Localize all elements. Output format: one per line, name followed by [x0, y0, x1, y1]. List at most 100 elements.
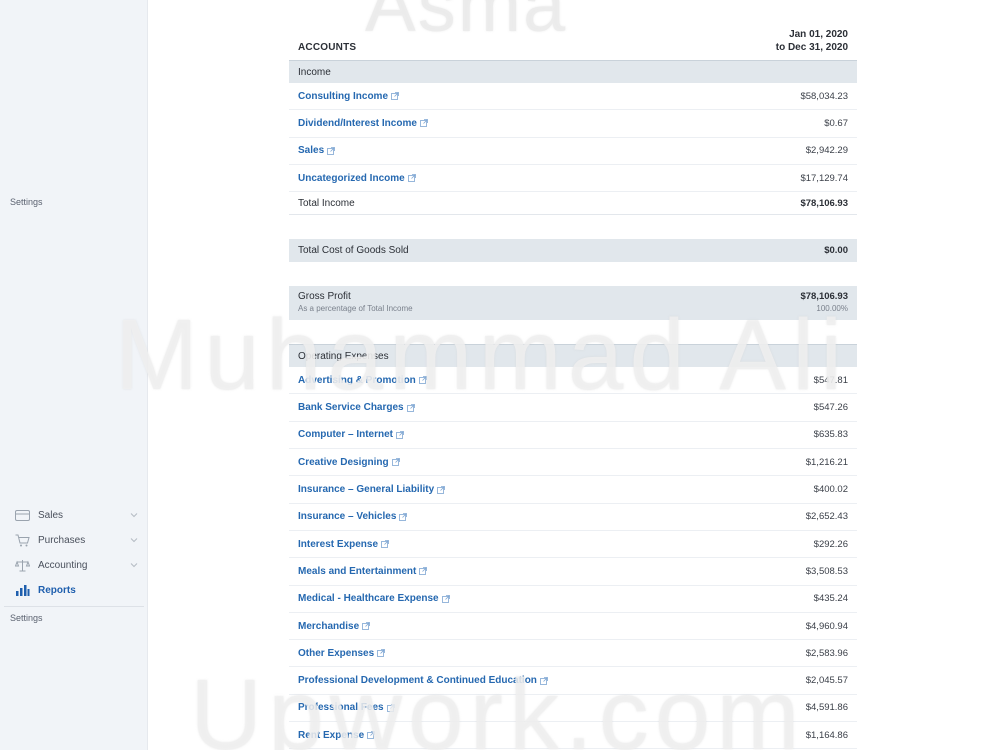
- account-row: Dividend/Interest Income $0.67: [289, 110, 857, 138]
- external-link-icon: [327, 146, 336, 155]
- sidebar-item-label: Sales: [38, 510, 64, 521]
- account-name: Sales: [298, 145, 325, 157]
- account-link[interactable]: Consulting Income: [298, 91, 399, 102]
- account-link[interactable]: Uncategorized Income: [298, 173, 416, 184]
- sidebar-item-purchases[interactable]: Purchases: [0, 528, 148, 553]
- account-link[interactable]: Computer – Internet: [298, 429, 404, 440]
- gross-profit-row: Gross Profit As a percentage of Total In…: [289, 286, 857, 321]
- account-link[interactable]: Interest Expense: [298, 539, 389, 550]
- external-link-icon: [420, 119, 428, 128]
- account-name: Insurance – Vehicles: [298, 511, 397, 523]
- account-name: Other Expenses: [298, 647, 375, 659]
- account-row: Sales $2,942.29: [289, 138, 857, 165]
- gross-profit-percent: 100.00%: [816, 304, 848, 314]
- gross-profit-amount: $78,106.93: [800, 291, 848, 303]
- expense-rows: Advertising & Promotion $547.81 Bank Servi…: [289, 367, 857, 750]
- account-link[interactable]: Rent Expense: [298, 729, 376, 741]
- account-amount: $435.24: [813, 593, 848, 605]
- account-row: Merchandise $4,960.94: [289, 613, 857, 641]
- account-row: Interest Expense $292.26: [289, 531, 857, 559]
- sidebar-item-label: Accounting: [38, 560, 88, 571]
- account-name: Professional Development & Continued Edu…: [298, 675, 537, 687]
- account-row: Consulting Income $58,034.23: [289, 83, 857, 111]
- account-row: Bank Service Charges $547.26: [289, 394, 857, 422]
- profit-loss-report: ACCOUNTS Jan 01, 2020 to Dec 31, 2020 In…: [289, 0, 857, 750]
- account-amount: $3,508.53: [805, 565, 848, 577]
- period-column-header: Jan 01, 2020 to Dec 31, 2020: [776, 28, 848, 54]
- account-amount: $4,591.86: [805, 702, 848, 714]
- account-name: Insurance – General Liability: [298, 484, 435, 496]
- period-end: to Dec 31, 2020: [775, 42, 848, 53]
- external-link-icon: [407, 174, 416, 182]
- account-link[interactable]: Other Expenses: [298, 647, 386, 659]
- external-link-icon: [540, 676, 548, 685]
- account-name: Creative Designing: [298, 456, 389, 468]
- sidebar-item-reports[interactable]: Reports: [0, 578, 148, 603]
- account-amount: $1,164.86: [805, 729, 848, 741]
- card-icon: [14, 509, 30, 523]
- cogs-label: Total Cost of Goods Sold: [298, 245, 409, 257]
- operating-expenses-header: Operating Expenses: [289, 344, 857, 368]
- external-link-icon: [377, 649, 386, 658]
- income-rows: Consulting Income $58,034.23 Dividend/Inte…: [289, 83, 857, 193]
- account-amount: $1,216.21: [805, 456, 848, 468]
- account-amount: $58,034.23: [800, 90, 848, 102]
- account-amount: $2,045.57: [805, 675, 848, 687]
- cogs-row: Total Cost of Goods Sold $0.00: [289, 239, 857, 263]
- account-row: Medical - Healthcare Expense $435.24: [289, 586, 857, 613]
- account-name: Uncategorized Income: [298, 172, 405, 184]
- account-name: Consulting Income: [298, 90, 388, 102]
- account-row: Other Expenses $2,583.96: [289, 640, 857, 668]
- account-name: Advertising & Promotion: [298, 374, 416, 386]
- account-link[interactable]: Medical - Healthcare Expense: [298, 593, 450, 604]
- gross-profit-sublabel: As a percentage of Total Income: [298, 304, 413, 314]
- account-link[interactable]: Bank Service Charges: [298, 402, 415, 413]
- account-name: Meals and Entertainment: [298, 565, 417, 577]
- external-link-icon: [437, 485, 446, 494]
- cart-icon: [14, 534, 30, 548]
- account-amount: $2,583.96: [805, 647, 848, 659]
- external-link-icon: [367, 731, 376, 740]
- sidebar-item-accounting[interactable]: Accounting: [0, 553, 148, 578]
- cogs-amount: $0.00: [824, 245, 848, 257]
- account-name: Dividend/Interest Income: [298, 117, 417, 129]
- external-link-icon: [386, 703, 395, 712]
- account-amount: $17,129.74: [800, 172, 848, 184]
- account-row: Rent Expense $1,164.86: [289, 722, 857, 750]
- account-row: Computer – Internet $635.83: [289, 422, 857, 450]
- account-amount: $400.02: [813, 484, 848, 496]
- external-link-icon: [391, 458, 400, 467]
- account-name: Rent Expense: [298, 729, 365, 741]
- scale-icon: [14, 559, 30, 573]
- account-link[interactable]: Sales: [298, 145, 336, 157]
- account-row: Professional Fees $4,591.86: [289, 695, 857, 723]
- sidebar-item-sales[interactable]: Sales: [0, 503, 148, 528]
- external-link-icon: [406, 403, 415, 412]
- bar-chart-icon: [14, 584, 30, 598]
- account-link[interactable]: Meals and Entertainment: [298, 565, 428, 577]
- chevron-down-icon: [130, 561, 138, 569]
- account-link[interactable]: Insurance – General Liability: [298, 484, 446, 496]
- account-link[interactable]: Merchandise: [298, 621, 371, 632]
- account-amount: $635.83: [813, 429, 848, 441]
- account-row: Insurance – General Liability $400.02: [289, 476, 857, 504]
- external-link-icon: [396, 431, 404, 439]
- account-link[interactable]: Insurance – Vehicles: [298, 511, 408, 523]
- total-income-label: Total Income: [298, 197, 355, 209]
- account-row: Uncategorized Income $17,129.74: [289, 165, 857, 193]
- account-amount: $2,652.43: [805, 511, 848, 523]
- account-name: Computer – Internet: [298, 429, 394, 441]
- account-link[interactable]: Professional Fees: [298, 702, 395, 713]
- account-link[interactable]: Advertising & Promotion: [298, 375, 427, 386]
- account-link[interactable]: Creative Designing: [298, 457, 400, 468]
- account-name: Bank Service Charges: [298, 402, 404, 414]
- account-link[interactable]: Professional Development & Continued Edu…: [298, 675, 548, 686]
- external-link-icon: [391, 92, 399, 101]
- settings-link-top[interactable]: Settings: [10, 197, 43, 207]
- external-link-icon: [441, 594, 450, 603]
- sidebar-nav: Sales Purchases Accounting Reports: [0, 503, 148, 607]
- account-link[interactable]: Dividend/Interest Income: [298, 118, 428, 129]
- account-amount: $0.67: [824, 117, 848, 129]
- settings-link-bottom[interactable]: Settings: [10, 613, 43, 623]
- account-name: Interest Expense: [298, 538, 379, 550]
